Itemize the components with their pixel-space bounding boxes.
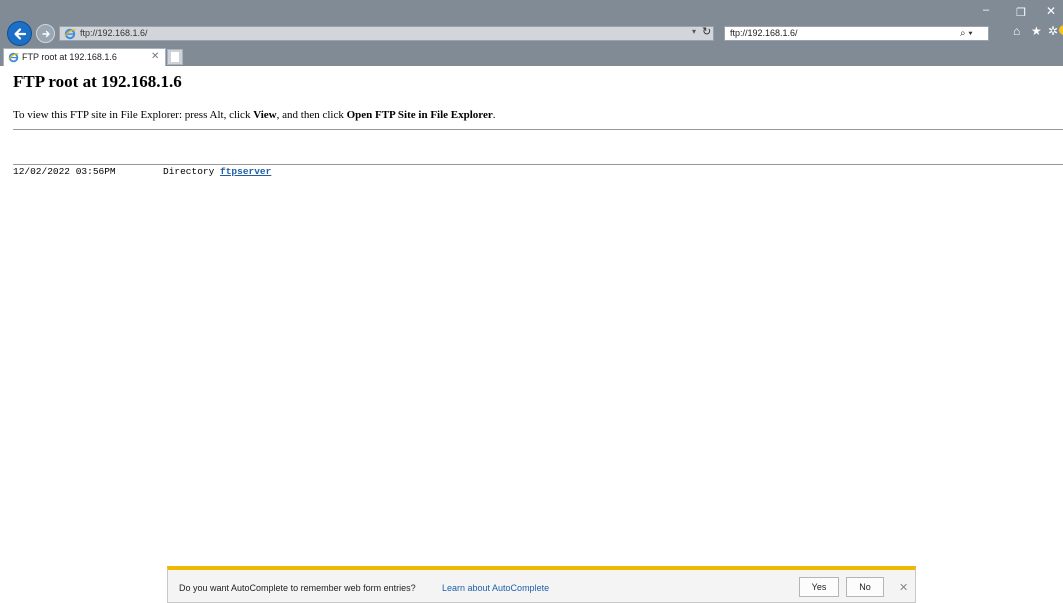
- address-dropdown-icon[interactable]: ▾: [692, 27, 696, 36]
- directory-link[interactable]: ftpserver: [220, 166, 271, 177]
- instructions-text: To view this FTP site in File Explorer: …: [13, 109, 496, 121]
- ie-icon: [8, 52, 19, 63]
- divider: [13, 129, 1063, 130]
- instructions-open: Open FTP Site in File Explorer: [346, 109, 493, 121]
- back-button[interactable]: [7, 21, 32, 46]
- autocomplete-question: Do you want AutoComplete to remember web…: [179, 583, 416, 593]
- navigation-bar: ftp://192.168.1.6/ ▾ ↻ ftp://192.168.1.6…: [0, 18, 1063, 48]
- gear-icon[interactable]: ✲: [1048, 24, 1058, 38]
- address-url: ftp://192.168.1.6/: [80, 28, 148, 38]
- page-content: FTP root at 192.168.1.6 To view this FTP…: [0, 66, 1063, 603]
- entry-type: Directory: [163, 166, 215, 177]
- tab-title: FTP root at 192.168.1.6: [22, 52, 117, 62]
- secondary-address-url: ftp://192.168.1.6/: [730, 28, 798, 38]
- tab-bar: FTP root at 192.168.1.6 ✕: [0, 48, 1063, 66]
- favorites-star-icon[interactable]: ★: [1031, 24, 1042, 38]
- instructions-view: View: [253, 109, 277, 121]
- no-button[interactable]: No: [846, 577, 884, 597]
- browser-chrome: – ❐ ✕ ftp://192.168.1.6/ ▾ ↻ ftp://192.1…: [0, 0, 1063, 66]
- forward-icon: [41, 30, 50, 37]
- back-icon: [13, 27, 26, 40]
- ie-icon: [64, 28, 76, 40]
- secondary-address-field[interactable]: ftp://192.168.1.6/ ⌕ ▾: [724, 26, 989, 41]
- entry-date: 12/02/2022 03:56PM: [13, 166, 116, 177]
- tab-ftp-root[interactable]: FTP root at 192.168.1.6 ✕: [3, 48, 166, 66]
- refresh-icon[interactable]: ↻: [702, 25, 711, 38]
- yes-button[interactable]: Yes: [799, 577, 839, 597]
- list-item: 12/02/2022 03:56PM Directory ftpserver: [13, 166, 271, 177]
- address-bar[interactable]: ftp://192.168.1.6/: [59, 26, 714, 41]
- instructions-part2: , and then click: [276, 109, 347, 121]
- directory-listing: 12/02/2022 03:56PM Directory ftpserver: [13, 144, 271, 199]
- page-title: FTP root at 192.168.1.6: [13, 72, 182, 91]
- learn-autocomplete-link[interactable]: Learn about AutoComplete: [442, 583, 549, 593]
- close-window-button[interactable]: ✕: [1046, 4, 1056, 18]
- home-icon[interactable]: ⌂: [1013, 24, 1020, 38]
- minimize-button[interactable]: –: [983, 4, 989, 16]
- search-icon[interactable]: ⌕ ▾: [960, 27, 973, 40]
- tab-close-icon[interactable]: ✕: [151, 51, 159, 63]
- autocomplete-notification-bar: Do you want AutoComplete to remember web…: [167, 566, 916, 603]
- new-tab-button[interactable]: [167, 49, 183, 65]
- divider: [13, 164, 1063, 165]
- instructions-part3: .: [492, 109, 496, 121]
- instructions-part1: To view this FTP site in File Explorer: …: [13, 109, 254, 121]
- forward-button[interactable]: [36, 24, 55, 43]
- new-tab-icon: [171, 52, 179, 62]
- close-notification-icon[interactable]: ✕: [899, 581, 908, 594]
- smiley-feedback-icon[interactable]: [1059, 25, 1063, 35]
